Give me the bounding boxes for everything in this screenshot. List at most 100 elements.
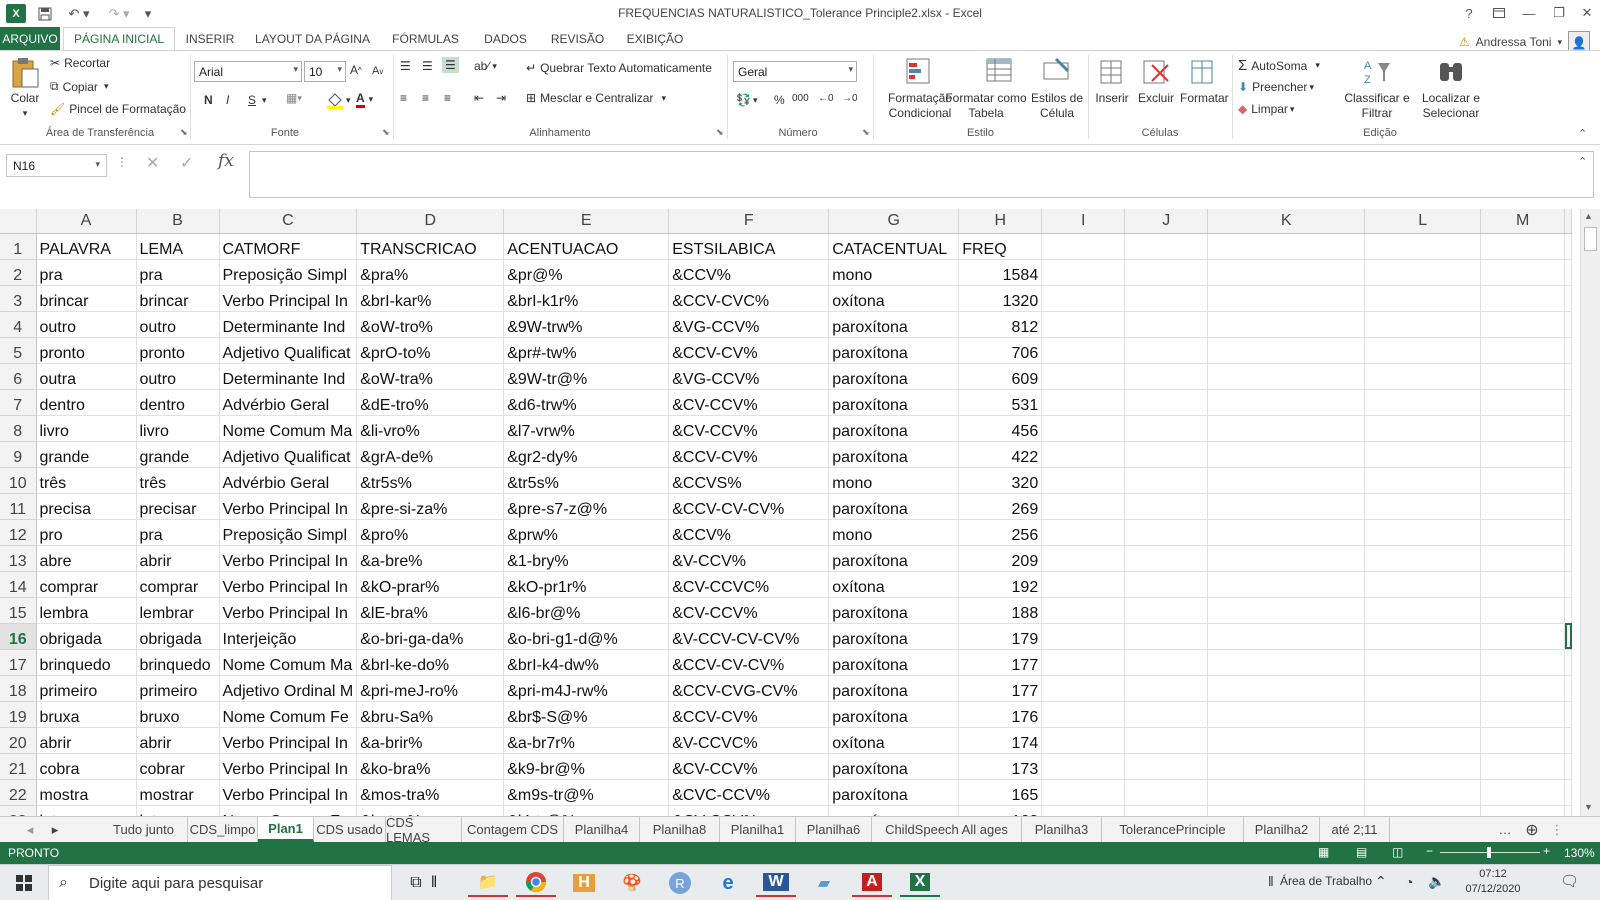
cell[interactable]: LEMA — [136, 233, 220, 260]
cell[interactable]: brinquedo — [36, 649, 137, 676]
shrink-font-icon[interactable]: Av — [372, 65, 383, 77]
sheet-tab[interactable]: Planilha8 — [640, 817, 720, 842]
taskbar-clock[interactable]: 07:12 07/12/2020 — [1458, 867, 1528, 897]
column-header[interactable]: J — [1124, 209, 1209, 234]
cell[interactable] — [1364, 545, 1482, 572]
cell[interactable]: oxítona — [828, 727, 960, 754]
cell[interactable]: 609 — [958, 363, 1043, 390]
cell[interactable] — [1124, 779, 1209, 806]
cell[interactable]: grande — [36, 441, 137, 468]
cell[interactable] — [1564, 233, 1573, 260]
column-header[interactable]: K — [1207, 209, 1366, 234]
sheet-tab[interactable]: Planilha1 — [720, 817, 796, 842]
dialog-launcher-icon[interactable]: ⬊ — [716, 127, 724, 138]
cell[interactable]: &brI-k1r% — [503, 285, 670, 312]
cell[interactable]: &9W-tr@% — [503, 363, 670, 390]
formula-input[interactable] — [249, 151, 1594, 198]
cell[interactable]: &dE-tro% — [356, 389, 505, 416]
cell[interactable] — [1124, 701, 1209, 728]
cell[interactable]: &prw% — [503, 519, 670, 546]
prev-sheet-icon[interactable]: ◂ — [20, 817, 40, 842]
acrobat-icon[interactable]: A — [852, 869, 892, 897]
cell[interactable]: brincar — [36, 285, 137, 312]
cell[interactable] — [1124, 467, 1209, 494]
cell[interactable] — [1041, 675, 1126, 702]
row-header[interactable]: 1 — [0, 233, 37, 260]
dialog-launcher-icon[interactable]: ⬊ — [862, 127, 870, 138]
cell[interactable]: Verbo Principal In — [219, 571, 358, 598]
cell[interactable] — [1207, 337, 1366, 364]
cell[interactable] — [1564, 675, 1573, 702]
cell[interactable] — [1564, 545, 1573, 572]
cell[interactable]: &pro% — [356, 519, 505, 546]
cell[interactable] — [1124, 259, 1209, 286]
decrease-decimal-icon[interactable]: →0 — [842, 93, 858, 104]
cut-button[interactable]: ✂ Recortar — [50, 56, 110, 70]
cell[interactable]: &9W-trw% — [503, 311, 670, 338]
cell[interactable] — [1041, 779, 1126, 806]
cell[interactable]: &CCV% — [668, 519, 830, 546]
cell[interactable] — [1564, 727, 1573, 754]
cell[interactable] — [1480, 311, 1566, 338]
borders-icon[interactable]: ▦ ▾ — [286, 91, 302, 105]
cell[interactable]: Verbo Principal In — [219, 727, 358, 754]
column-header[interactable]: E — [503, 209, 670, 234]
cell[interactable]: 173 — [958, 753, 1043, 780]
cell[interactable] — [1364, 415, 1482, 442]
close-icon[interactable]: ✕ — [1573, 2, 1600, 24]
zoom-level[interactable]: 130% — [1564, 846, 1595, 860]
cell[interactable]: Determinante Ind — [219, 363, 358, 390]
cell[interactable]: 269 — [958, 493, 1043, 520]
help-button[interactable]: ? — [1455, 2, 1483, 24]
cell[interactable] — [1041, 311, 1126, 338]
chrome-icon[interactable] — [516, 869, 556, 897]
cell[interactable] — [1364, 493, 1482, 520]
r-app-icon[interactable]: R — [660, 869, 700, 897]
sheet-tab[interactable]: até 2;11 — [1320, 817, 1390, 842]
column-header[interactable]: H — [958, 209, 1043, 234]
row-header[interactable]: 8 — [0, 415, 37, 442]
cell[interactable]: 1584 — [958, 259, 1043, 286]
cell[interactable]: oxítona — [828, 571, 960, 598]
cell[interactable]: &CV-CCV% — [668, 389, 830, 416]
cell[interactable]: Verbo Principal In — [219, 597, 358, 624]
cell[interactable]: paroxítona — [828, 675, 960, 702]
cell[interactable] — [1041, 441, 1126, 468]
cell[interactable]: &m9s-tr@% — [503, 779, 670, 806]
align-center-icon[interactable]: ≡ — [422, 91, 429, 105]
insert-function-button[interactable]: fx — [218, 151, 234, 171]
row-header[interactable]: 5 — [0, 337, 37, 364]
cell[interactable] — [1207, 675, 1366, 702]
cell[interactable]: &tr5s% — [356, 467, 505, 494]
format-as-table-button[interactable]: Formatar como Tabela — [942, 91, 1030, 121]
cell[interactable]: lembrar — [136, 597, 220, 624]
cell[interactable]: três — [136, 467, 220, 494]
format-painter-button[interactable]: 🖌 Pincel de Formatação — [50, 102, 186, 116]
row-header[interactable]: 15 — [0, 597, 37, 624]
cell[interactable]: brinquedo — [136, 649, 220, 676]
column-header[interactable]: B — [136, 209, 220, 234]
cell[interactable]: &CCV-CVC% — [668, 285, 830, 312]
app-h-icon[interactable]: H — [564, 869, 604, 897]
cell-styles-button[interactable]: Estilos de Célula — [1028, 91, 1086, 121]
cell[interactable]: cobrar — [136, 753, 220, 780]
cell[interactable] — [1480, 623, 1566, 650]
format-cells-icon[interactable] — [1188, 57, 1218, 87]
cell[interactable] — [1207, 311, 1366, 338]
cell[interactable]: &1-bry% — [503, 545, 670, 572]
cell[interactable]: &pra% — [356, 259, 505, 286]
scroll-thumb[interactable] — [1584, 227, 1597, 251]
cell[interactable] — [1124, 233, 1209, 260]
cell[interactable] — [1124, 623, 1209, 650]
cell[interactable] — [1207, 259, 1366, 286]
cell[interactable]: &CCV-CV-CV% — [668, 493, 830, 520]
cell[interactable]: comprar — [136, 571, 220, 598]
chevron-up-icon[interactable]: ⌃ — [1375, 873, 1387, 890]
cell[interactable]: oxítona — [828, 285, 960, 312]
worksheet-grid[interactable]: A B C D E F G H I J K L M 1 PALAVRA LEMA CATMORF TRANSCRI… — [0, 209, 1580, 816]
tab-arquivo[interactable]: ARQUIVO — [0, 27, 60, 50]
tab-dados[interactable]: DADOS — [478, 27, 533, 50]
cell[interactable]: 192 — [958, 571, 1043, 598]
row-header[interactable]: 16 — [0, 623, 37, 650]
cell[interactable]: &CCV-CV% — [668, 701, 830, 728]
